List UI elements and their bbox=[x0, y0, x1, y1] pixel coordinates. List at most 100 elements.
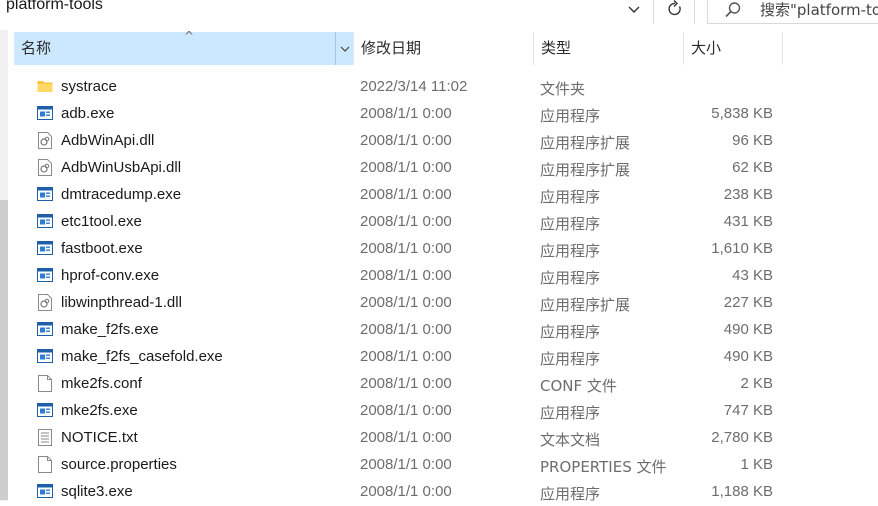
file-icon bbox=[37, 375, 53, 392]
file-row[interactable]: adb.exe 2008/1/1 0:00 应用程序 5,838 KB bbox=[14, 101, 784, 128]
exe-icon bbox=[37, 105, 53, 122]
search-placeholder: 搜索"platform-tools" bbox=[760, 1, 878, 19]
address-path[interactable]: platform-tools bbox=[6, 0, 103, 14]
file-row[interactable]: sqlite3.exe 2008/1/1 0:00 应用程序 1,188 KB bbox=[14, 479, 784, 506]
file-name: hprof-conv.exe bbox=[61, 267, 160, 284]
file-list: systrace 2022/3/14 11:02 文件夹 adb.exe 2008/1/… bbox=[14, 74, 784, 506]
exe-icon bbox=[37, 402, 53, 419]
file-name: AdbWinUsbApi.dll bbox=[61, 159, 182, 176]
column-header: 名称 ^ 修改日期 类型 大小 bbox=[14, 29, 784, 65]
column-header-type[interactable]: 类型 bbox=[533, 32, 683, 65]
txt-icon bbox=[37, 429, 53, 446]
file-type: 应用程序 bbox=[540, 350, 601, 368]
file-type: 应用程序 bbox=[540, 242, 601, 260]
column-header-size[interactable]: 大小 bbox=[683, 32, 783, 65]
file-name: NOTICE.txt bbox=[61, 429, 138, 446]
column-header-date[interactable]: 修改日期 bbox=[353, 32, 533, 65]
file-name: fastboot.exe bbox=[61, 240, 143, 257]
file-row[interactable]: libwinpthread-1.dll 2008/1/1 0:00 应用程序扩展 22… bbox=[14, 290, 784, 317]
file-name: dmtracedump.exe bbox=[61, 186, 182, 203]
file-date: 2008/1/1 0:00 bbox=[360, 186, 452, 203]
exe-icon bbox=[37, 240, 53, 257]
exe-icon bbox=[37, 267, 53, 284]
file-size: 43 KB bbox=[732, 267, 773, 284]
refresh-icon[interactable] bbox=[664, 0, 686, 20]
file-size: 96 KB bbox=[732, 132, 773, 149]
file-name: make_f2fs.exe bbox=[61, 321, 159, 338]
file-date: 2008/1/1 0:00 bbox=[360, 402, 452, 419]
file-row[interactable]: make_f2fs.exe 2008/1/1 0:00 应用程序 490 KB bbox=[14, 317, 784, 344]
exe-icon bbox=[37, 321, 53, 338]
file-size: 227 KB bbox=[723, 294, 773, 311]
file-type: PROPERTIES 文件 bbox=[540, 458, 667, 476]
file-size: 238 KB bbox=[723, 186, 773, 203]
chevron-down-icon[interactable] bbox=[624, 0, 644, 21]
file-type: 应用程序扩展 bbox=[540, 296, 631, 314]
file-date: 2022/3/14 11:02 bbox=[360, 78, 468, 95]
file-date: 2008/1/1 0:00 bbox=[360, 213, 452, 230]
file-row[interactable]: mke2fs.conf 2008/1/1 0:00 CONF 文件 2 KB bbox=[14, 371, 784, 398]
file-name: libwinpthread-1.dll bbox=[61, 294, 182, 311]
file-type: CONF 文件 bbox=[540, 377, 617, 395]
column-date-label: 修改日期 bbox=[361, 39, 422, 57]
dll-icon bbox=[37, 294, 53, 311]
file-date: 2008/1/1 0:00 bbox=[360, 132, 452, 149]
file-row[interactable]: systrace 2022/3/14 11:02 文件夹 bbox=[14, 74, 784, 101]
exe-icon bbox=[37, 483, 53, 500]
file-row[interactable]: dmtracedump.exe 2008/1/1 0:00 应用程序 238 KB bbox=[14, 182, 784, 209]
file-row[interactable]: hprof-conv.exe 2008/1/1 0:00 应用程序 43 KB bbox=[14, 263, 784, 290]
folder-icon bbox=[37, 78, 53, 95]
file-row[interactable]: AdbWinUsbApi.dll 2008/1/1 0:00 应用程序扩展 62 KB bbox=[14, 155, 784, 182]
file-date: 2008/1/1 0:00 bbox=[360, 321, 452, 338]
vertical-scrollbar[interactable] bbox=[0, 30, 8, 501]
exe-icon bbox=[37, 186, 53, 203]
file-size: 490 KB bbox=[723, 321, 773, 338]
file-name: mke2fs.exe bbox=[61, 402, 138, 419]
file-date: 2008/1/1 0:00 bbox=[360, 456, 452, 473]
file-row[interactable]: mke2fs.exe 2008/1/1 0:00 应用程序 747 KB bbox=[14, 398, 784, 425]
file-size: 62 KB bbox=[732, 159, 773, 176]
file-name: source.properties bbox=[61, 456, 177, 473]
dll-icon bbox=[37, 159, 53, 176]
file-type: 应用程序扩展 bbox=[540, 161, 631, 179]
file-name: sqlite3.exe bbox=[61, 483, 133, 500]
file-size: 490 KB bbox=[723, 348, 773, 365]
file-type: 应用程序 bbox=[540, 215, 601, 233]
file-type: 文件夹 bbox=[540, 80, 586, 98]
file-name: adb.exe bbox=[61, 105, 115, 122]
dll-icon bbox=[37, 132, 53, 149]
file-size: 1,610 KB bbox=[711, 240, 773, 257]
file-date: 2008/1/1 0:00 bbox=[360, 375, 452, 392]
file-type: 文本文档 bbox=[540, 431, 601, 449]
file-size: 431 KB bbox=[723, 213, 773, 230]
file-date: 2008/1/1 0:00 bbox=[360, 294, 452, 311]
file-type: 应用程序 bbox=[540, 188, 601, 206]
column-type-label: 类型 bbox=[541, 39, 572, 57]
divider bbox=[694, 0, 695, 24]
file-type: 应用程序 bbox=[540, 269, 601, 287]
file-row[interactable]: source.properties 2008/1/1 0:00 PROPERTIES… bbox=[14, 452, 784, 479]
file-size: 2,780 KB bbox=[711, 429, 773, 446]
file-date: 2008/1/1 0:00 bbox=[360, 429, 452, 446]
file-row[interactable]: make_f2fs_casefold.exe 2008/1/1 0:00 应用程序 4… bbox=[14, 344, 784, 371]
file-date: 2008/1/1 0:00 bbox=[360, 105, 452, 122]
file-row[interactable]: fastboot.exe 2008/1/1 0:00 应用程序 1,610 KB bbox=[14, 236, 784, 263]
file-type: 应用程序 bbox=[540, 107, 601, 125]
scrollbar-thumb[interactable] bbox=[0, 200, 8, 500]
file-name: AdbWinApi.dll bbox=[61, 132, 155, 149]
file-name: make_f2fs_casefold.exe bbox=[61, 348, 223, 365]
search-box[interactable]: 搜索"platform-tools" bbox=[707, 0, 878, 24]
file-row[interactable]: etc1tool.exe 2008/1/1 0:00 应用程序 431 KB bbox=[14, 209, 784, 236]
column-dropdown-icon[interactable] bbox=[335, 32, 353, 65]
file-date: 2008/1/1 0:00 bbox=[360, 240, 452, 257]
file-date: 2008/1/1 0:00 bbox=[360, 267, 452, 284]
search-icon bbox=[724, 1, 742, 19]
file-type: 应用程序扩展 bbox=[540, 134, 631, 152]
column-header-name[interactable]: 名称 ^ bbox=[14, 29, 353, 65]
divider bbox=[653, 0, 654, 24]
exe-icon bbox=[37, 348, 53, 365]
file-row[interactable]: AdbWinApi.dll 2008/1/1 0:00 应用程序扩展 96 KB bbox=[14, 128, 784, 155]
file-size: 2 KB bbox=[740, 375, 773, 392]
file-row[interactable]: NOTICE.txt 2008/1/1 0:00 文本文档 2,780 KB bbox=[14, 425, 784, 452]
file-name: systrace bbox=[61, 78, 117, 95]
